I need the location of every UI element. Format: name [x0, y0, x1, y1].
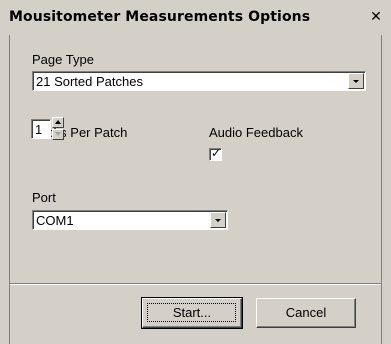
page-type-label: Page Type [32, 52, 94, 67]
start-button[interactable]: Start... [141, 297, 243, 329]
clicks-per-patch-value: 1 [35, 122, 43, 137]
checkmark-icon: ✓ [211, 146, 222, 160]
cancel-button-label: Cancel [285, 305, 327, 320]
page-type-value: 21 Sorted Patches [36, 74, 143, 89]
audio-feedback-label: Audio Feedback [209, 125, 303, 140]
port-value: COM1 [36, 213, 74, 228]
decrement-arrow-icon[interactable] [52, 129, 64, 140]
button-separator [10, 283, 381, 285]
dialog-title: Mousitometer Measurements Options [9, 9, 311, 25]
page-type-select[interactable]: 21 Sorted Patches [32, 71, 366, 91]
cancel-button[interactable]: Cancel [256, 298, 356, 328]
chevron-down-icon[interactable] [348, 73, 364, 89]
dialog-body: Page Type 21 Sorted Patches Clicks Per P… [9, 35, 382, 344]
close-icon[interactable]: ✕ [368, 9, 384, 25]
increment-arrow-icon[interactable] [52, 117, 64, 128]
audio-feedback-checkbox[interactable]: ✓ [209, 146, 222, 161]
title-bar[interactable]: Mousitometer Measurements Options ✕ [0, 0, 391, 35]
options-dialog: Mousitometer Measurements Options ✕ Page… [0, 0, 391, 344]
clicks-per-patch-stepper[interactable] [52, 117, 64, 140]
port-label: Port [32, 190, 56, 205]
focus-ring [147, 303, 236, 322]
chevron-down-icon[interactable] [210, 212, 226, 228]
clicks-per-patch-input[interactable]: 1 [31, 119, 51, 139]
port-select[interactable]: COM1 [32, 210, 228, 230]
